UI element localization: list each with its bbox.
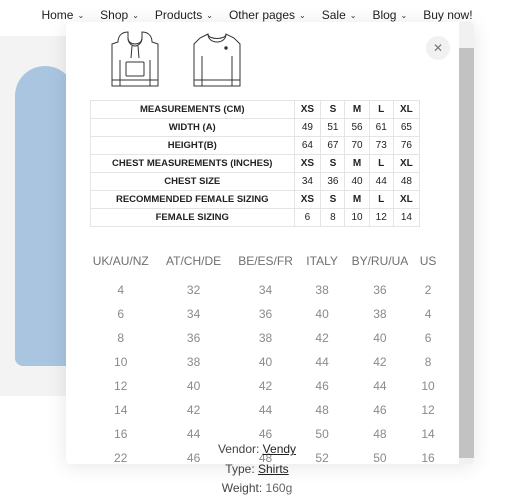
nav-other[interactable]: Other pages ⌄ (229, 8, 306, 22)
conversion-cell: 6 (417, 328, 439, 348)
conversion-cell: 40 (157, 376, 229, 396)
product-meta: Vendor: Vendy Type: Shirts Weight: 160g (0, 440, 514, 498)
chevron-down-icon: ⌄ (132, 11, 139, 20)
scrollbar-thumb[interactable] (459, 48, 474, 458)
conversion-cell: 42 (230, 376, 302, 396)
chevron-down-icon: ⌄ (299, 11, 306, 20)
conversion-cell: 38 (301, 280, 342, 300)
nav-home[interactable]: Home ⌄ (41, 8, 84, 22)
conversion-row: 4323438362 (90, 280, 439, 300)
measurements-table: MEASUREMENTS (CM)XSSMLXL WIDTH (A)495156… (90, 100, 420, 227)
type-link[interactable]: Shirts (258, 462, 289, 476)
conversion-cell: 40 (230, 352, 302, 372)
modal-content: MEASUREMENTS (CM)XSSMLXL WIDTH (A)495156… (90, 22, 446, 464)
conversion-cell: 36 (343, 280, 417, 300)
garment-hoodie-diagram (100, 26, 170, 92)
conversion-cell: 46 (343, 400, 417, 420)
nav-shop[interactable]: Shop ⌄ (100, 8, 139, 22)
conversion-cell: 38 (343, 304, 417, 324)
weight-value: 160g (266, 481, 293, 495)
scrollbar[interactable] (459, 22, 474, 464)
vendor-link[interactable]: Vendy (263, 442, 296, 456)
nav-label: Other pages (229, 8, 295, 22)
nav-label: Buy now! (423, 8, 472, 22)
nav-label: Products (155, 8, 202, 22)
nav-sale[interactable]: Sale ⌄ (322, 8, 357, 22)
conversion-table: UK/AU/NZ AT/CH/DE BE/ES/FR ITALY BY/RU/U… (90, 247, 439, 464)
vendor-label: Vendor: (218, 442, 259, 456)
garment-sweatshirt-diagram (182, 26, 252, 92)
nav-blog[interactable]: Blog ⌄ (372, 8, 407, 22)
weight-label: Weight: (222, 481, 262, 495)
conversion-cell: 44 (343, 376, 417, 396)
chevron-down-icon: ⌄ (350, 11, 357, 20)
chevron-down-icon: ⌄ (77, 11, 84, 20)
conversion-cell: 2 (417, 280, 439, 300)
conversion-cell: 4 (90, 280, 157, 300)
conversion-row: 8363842406 (90, 328, 439, 348)
conversion-cell: 46 (301, 376, 342, 396)
conversion-cell: 6 (90, 304, 157, 324)
nav-label: Home (41, 8, 73, 22)
conversion-cell: 38 (157, 352, 229, 372)
conversion-cell: 14 (90, 400, 157, 420)
conversion-cell: 10 (417, 376, 439, 396)
conversion-cell: 42 (301, 328, 342, 348)
conversion-cell: 10 (90, 352, 157, 372)
m-title: MEASUREMENTS (CM) (91, 101, 295, 119)
conversion-cell: 32 (157, 280, 229, 300)
conversion-cell: 12 (417, 400, 439, 420)
conversion-cell: 36 (230, 304, 302, 324)
conversion-cell: 12 (90, 376, 157, 396)
conversion-cell: 38 (230, 328, 302, 348)
conversion-cell: 40 (301, 304, 342, 324)
conversion-cell: 34 (157, 304, 229, 324)
nav-label: Shop (100, 8, 128, 22)
conversion-row: 144244484612 (90, 400, 439, 420)
conversion-cell: 42 (343, 352, 417, 372)
close-icon[interactable]: ✕ (426, 36, 450, 60)
nav-buy[interactable]: Buy now! (423, 8, 472, 22)
conversion-cell: 34 (230, 280, 302, 300)
conversion-row: 6343640384 (90, 304, 439, 324)
type-label: Type: (225, 462, 254, 476)
conversion-cell: 42 (157, 400, 229, 420)
chevron-down-icon: ⌄ (206, 11, 213, 20)
conversion-cell: 8 (90, 328, 157, 348)
nav-products[interactable]: Products ⌄ (155, 8, 213, 22)
conversion-cell: 44 (230, 400, 302, 420)
conversion-cell: 36 (157, 328, 229, 348)
conversion-cell: 8 (417, 352, 439, 372)
nav-label: Sale (322, 8, 346, 22)
conversion-row: 10384044428 (90, 352, 439, 372)
conversion-cell: 48 (301, 400, 342, 420)
conversion-cell: 40 (343, 328, 417, 348)
nav-label: Blog (372, 8, 396, 22)
size-chart-modal: ✕ (66, 22, 474, 464)
conversion-row: 124042464410 (90, 376, 439, 396)
chevron-down-icon: ⌄ (400, 11, 407, 20)
conversion-cell: 44 (301, 352, 342, 372)
conversion-cell: 4 (417, 304, 439, 324)
